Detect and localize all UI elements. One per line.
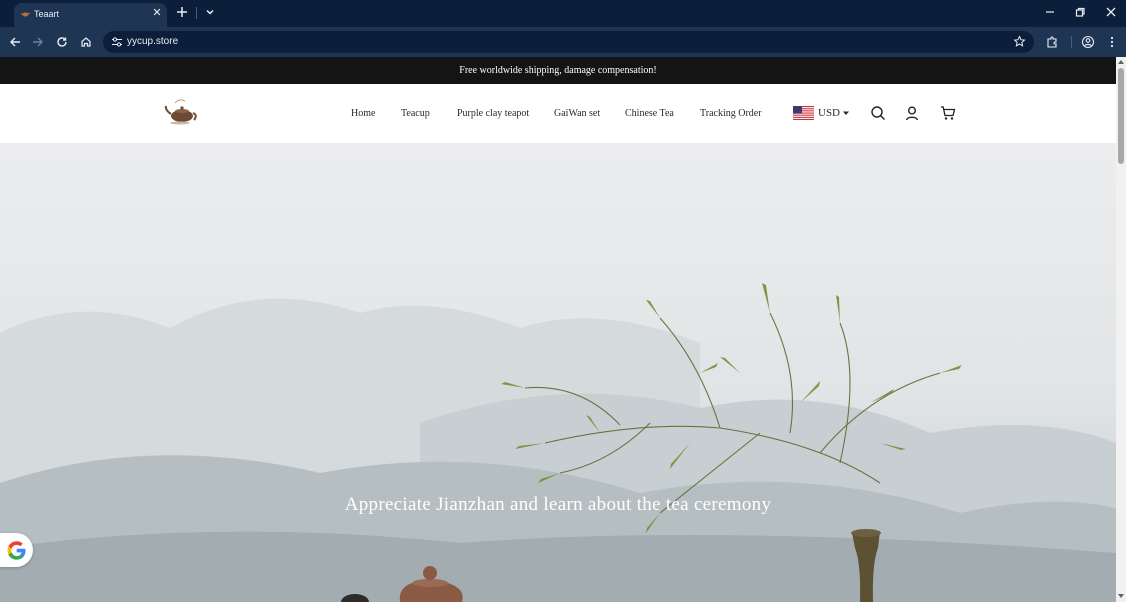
site-header: Home Teacup Purple clay teapot GaiWan se… [0,84,1116,143]
home-icon[interactable] [79,35,93,49]
account-icon[interactable] [904,105,920,121]
back-arrow-icon[interactable] [8,35,22,49]
close-tab-icon[interactable]: ✕ [151,7,163,19]
reload-icon[interactable] [55,35,69,49]
scroll-up-arrow-icon[interactable] [1117,58,1125,66]
tab-title: Teaart [34,9,60,19]
address-bar[interactable]: yycup.store [103,31,1034,53]
hero-headline: Appreciate Jianzhan and learn about the … [344,494,772,515]
profile-icon[interactable] [1081,35,1095,49]
new-tab-icon[interactable] [175,5,189,19]
restore-icon[interactable] [1073,5,1087,19]
caret-down-icon[interactable] [842,110,850,116]
minimize-icon[interactable] [1043,5,1057,19]
web-page: Free worldwide shipping, damage compensa… [0,57,1116,602]
more-menu-icon[interactable] [1105,35,1119,49]
nav-home[interactable]: Home [351,107,375,121]
tab-divider [196,7,197,19]
nav-chinese-tea[interactable]: Chinese Tea [625,107,674,121]
browser-tab-strip: Teaart ✕ [0,0,1126,27]
nav-gaiwan-set[interactable]: GaiWan set [554,107,600,121]
google-translate-badge[interactable] [0,533,33,567]
site-settings-icon[interactable] [111,36,123,48]
nav-tracking-order[interactable]: Tracking Order [700,107,762,121]
forward-arrow-icon[interactable] [31,35,45,49]
extensions-icon[interactable] [1045,35,1059,49]
scrollbar-thumb[interactable] [1118,68,1124,164]
url-text[interactable]: yycup.store [127,35,178,49]
close-window-icon[interactable] [1104,5,1118,19]
cart-icon[interactable] [940,105,956,121]
currency-selector[interactable]: USD [818,106,840,120]
browser-toolbar: yycup.store [0,27,1126,57]
hero-banner: Appreciate Jianzhan and learn about the … [0,143,1116,602]
nav-purple-clay-teapot[interactable]: Purple clay teapot [457,107,529,121]
browser-tab[interactable]: Teaart ✕ [14,3,167,27]
search-icon[interactable] [870,105,886,121]
toolbar-divider [1071,36,1072,48]
teapot-favicon-icon [21,12,30,17]
scroll-down-arrow-icon[interactable] [1117,592,1125,600]
hero-background-image [0,143,1116,602]
bookmark-star-icon[interactable] [1013,35,1026,48]
google-logo-icon [7,541,26,560]
nav-teacup[interactable]: Teacup [401,107,430,121]
chevron-down-icon[interactable] [204,6,216,18]
us-flag-icon[interactable] [793,106,814,120]
teapot-logo-icon[interactable] [163,95,199,127]
announcement-bar: Free worldwide shipping, damage compensa… [0,57,1116,84]
